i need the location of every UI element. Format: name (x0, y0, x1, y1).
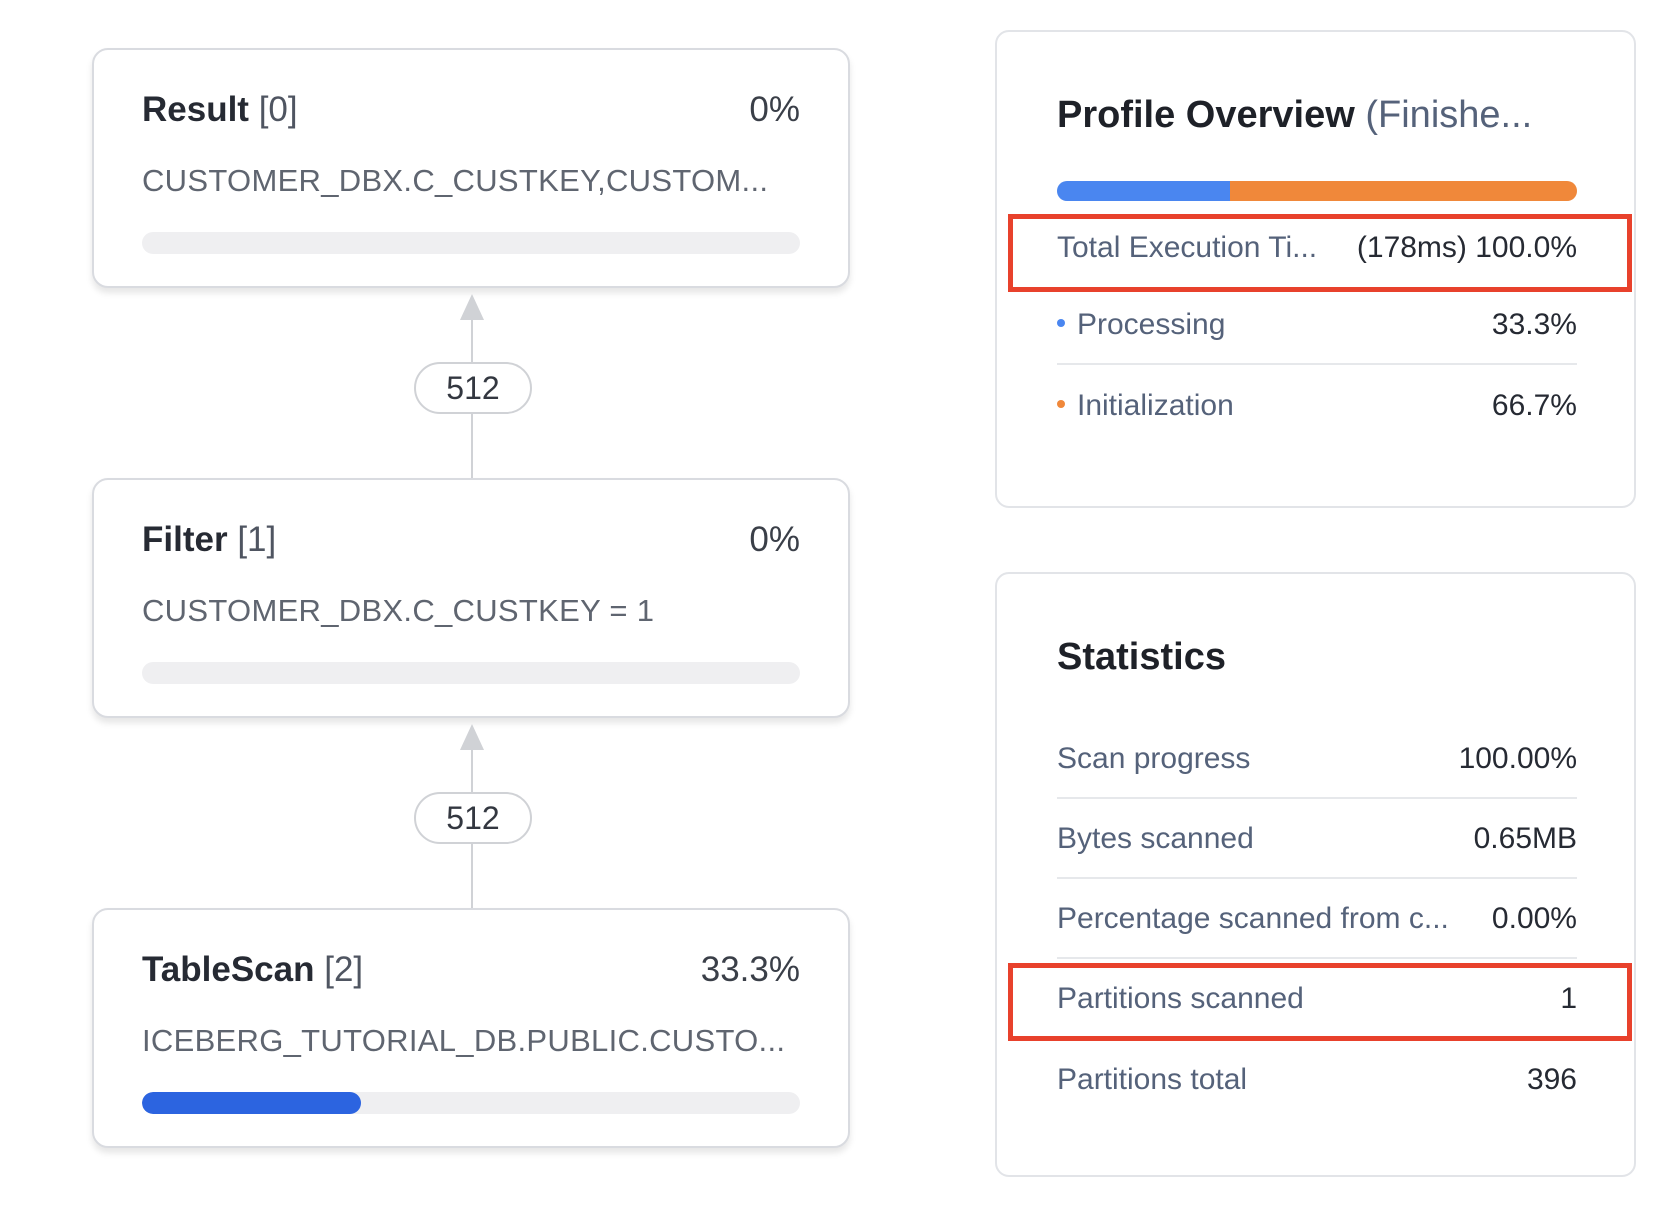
arrow-up-icon (460, 724, 484, 750)
execution-time-bar (1057, 181, 1577, 201)
node-percent: 0% (749, 520, 800, 560)
stat-row-percentage-scanned-from-cache[interactable]: Percentage scanned from c... 0.00% (1057, 881, 1577, 959)
row-label: Partitions total (1057, 1063, 1247, 1097)
row-label: Percentage scanned from c... (1057, 902, 1449, 936)
node-expression: CUSTOMER_DBX.C_CUSTKEY = 1 (142, 593, 654, 629)
dot-icon (1057, 400, 1065, 408)
node-progress-track (142, 662, 800, 684)
row-value: 396 (1527, 1063, 1577, 1097)
processing-row[interactable]: Processing 33.3% (1057, 287, 1577, 365)
stat-row-scan-progress[interactable]: Scan progress 100.00% (1057, 721, 1577, 799)
plan-node-result[interactable]: Result [0] 0% CUSTOMER_DBX.C_CUSTKEY,CUS… (92, 48, 850, 288)
stat-row-bytes-scanned[interactable]: Bytes scanned 0.65MB (1057, 801, 1577, 879)
node-operator: TableScan (142, 950, 314, 989)
node-progress-track (142, 232, 800, 254)
arrow-up-icon (460, 294, 484, 320)
row-value: 100.00% (1459, 742, 1577, 776)
overview-status: (Finishe... (1365, 94, 1532, 136)
node-index: [2] (324, 950, 363, 989)
overview-title: Profile Overview (1057, 94, 1355, 136)
node-index: [0] (259, 90, 298, 129)
row-value: 0.00% (1492, 902, 1577, 936)
node-operator: Filter (142, 520, 228, 559)
initialization-row[interactable]: Initialization 66.7% (1057, 367, 1577, 445)
edge-row-count[interactable]: 512 (414, 792, 532, 844)
row-value: 66.7% (1492, 389, 1577, 423)
row-label: Processing (1077, 308, 1225, 341)
row-label: Bytes scanned (1057, 822, 1254, 856)
panel-title: Profile Overview (Finishe... (1057, 94, 1532, 137)
bar-segment-processing (1057, 181, 1230, 201)
node-percent: 33.3% (701, 950, 800, 990)
node-operator: Result (142, 90, 249, 129)
row-value: 33.3% (1492, 308, 1577, 342)
node-index: [1] (237, 520, 276, 559)
node-title: Filter [1] (142, 520, 276, 560)
node-title: TableScan [2] (142, 950, 363, 990)
edge-row-count[interactable]: 512 (414, 362, 532, 414)
bar-segment-initialization (1230, 181, 1577, 201)
node-expression: CUSTOMER_DBX.C_CUSTKEY,CUSTOM... (142, 163, 768, 199)
dot-icon (1057, 319, 1065, 327)
plan-node-filter[interactable]: Filter [1] 0% CUSTOMER_DBX.C_CUSTKEY = 1 (92, 478, 850, 718)
node-progress-track (142, 1092, 800, 1114)
row-label: Initialization (1077, 389, 1234, 422)
node-progress-fill (142, 1092, 361, 1114)
plan-node-tablescan[interactable]: TableScan [2] 33.3% ICEBERG_TUTORIAL_DB.… (92, 908, 850, 1148)
node-expression: ICEBERG_TUTORIAL_DB.PUBLIC.CUSTO... (142, 1023, 785, 1059)
stat-row-partitions-total[interactable]: Partitions total 396 (1057, 1041, 1577, 1119)
row-label: Scan progress (1057, 742, 1250, 776)
statistics-panel: Statistics Scan progress 100.00% Bytes s… (995, 572, 1636, 1177)
row-value: 0.65MB (1474, 822, 1577, 856)
node-title: Result [0] (142, 90, 298, 130)
node-percent: 0% (749, 90, 800, 130)
statistics-title: Statistics (1057, 636, 1226, 679)
highlight-box-partitions-scanned (1008, 963, 1632, 1041)
highlight-box-total-execution (1008, 214, 1632, 292)
